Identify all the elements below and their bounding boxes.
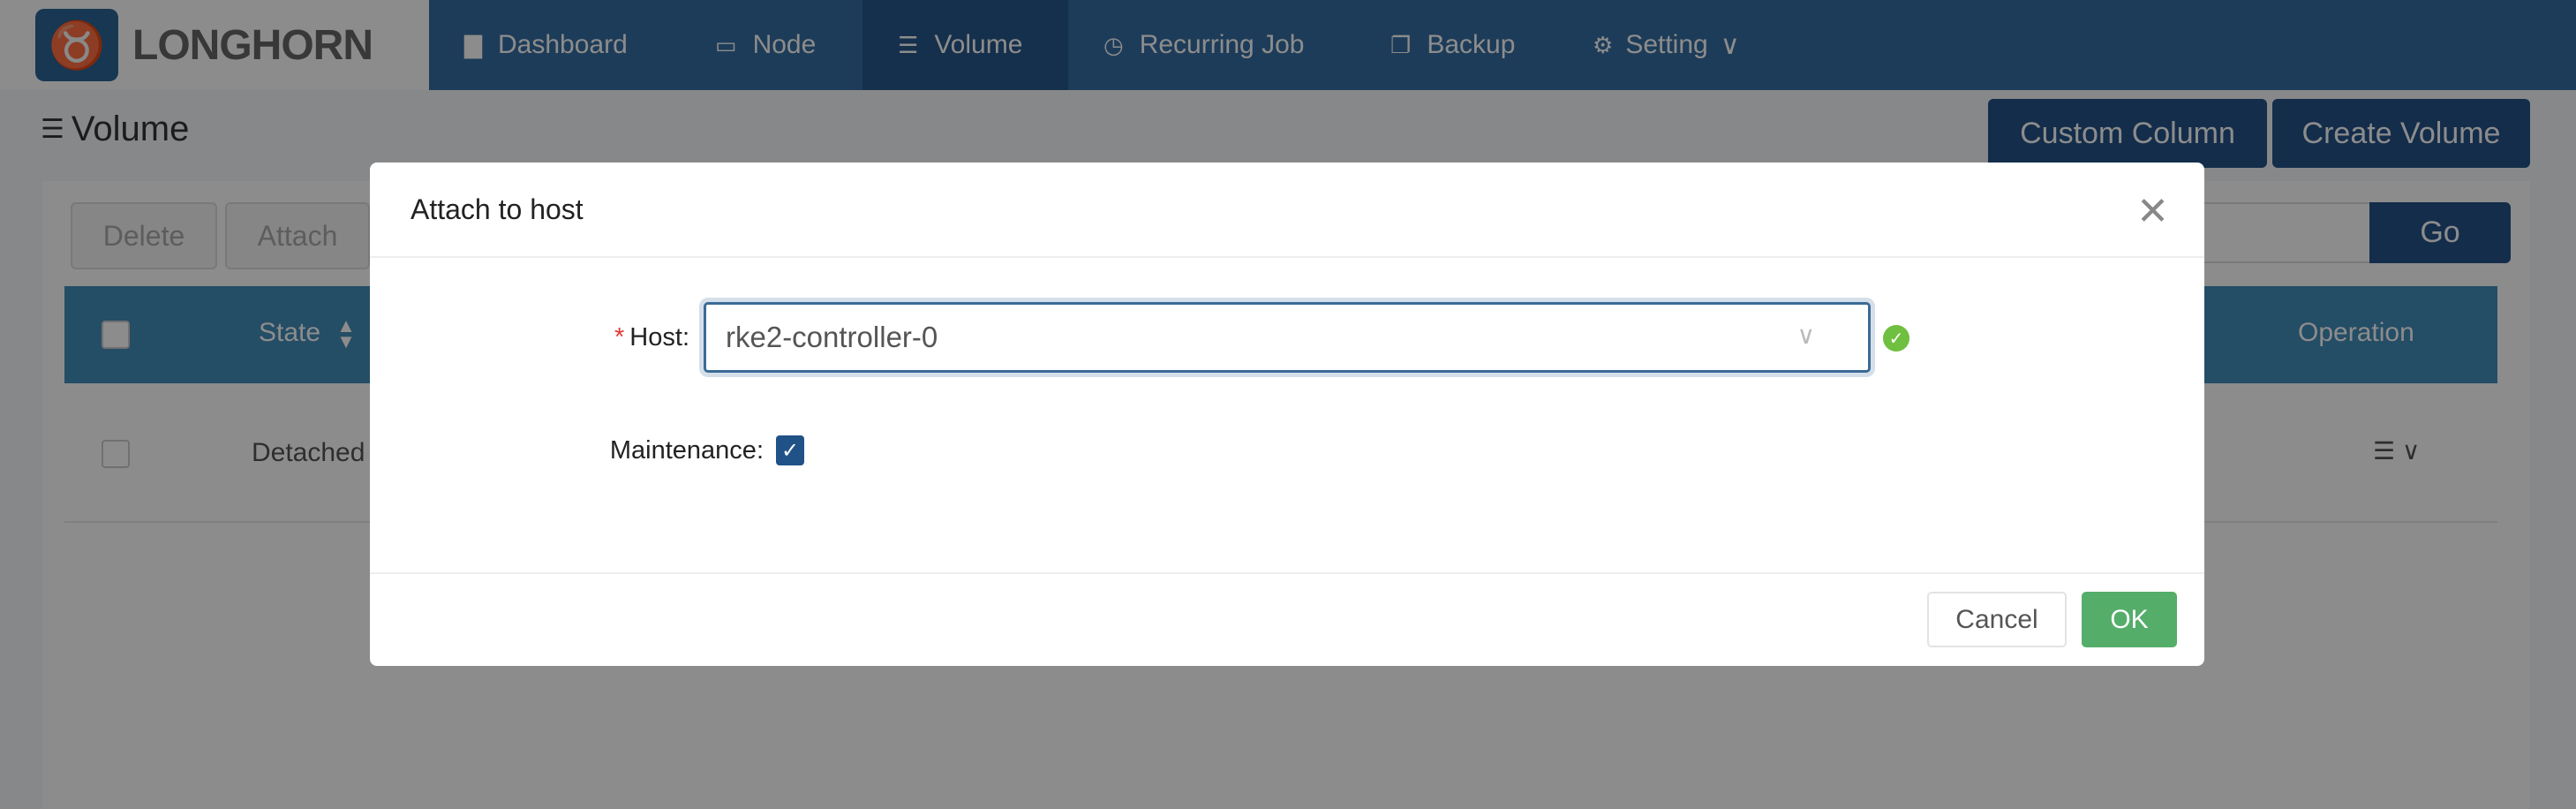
close-icon[interactable]: ✕ xyxy=(2136,189,2169,234)
attach-to-host-dialog: Attach to host ✕ * Host: rke2-controller-… xyxy=(370,163,2204,666)
required-marker: * xyxy=(614,323,625,352)
maintenance-label: Maintenance: xyxy=(609,436,764,465)
cancel-button[interactable]: Cancel xyxy=(1927,592,2067,647)
host-select[interactable]: rke2-controller-0 ∨ xyxy=(704,302,1871,373)
dialog-footer-divider xyxy=(370,572,2204,574)
dialog-title: Attach to host xyxy=(370,163,2204,258)
valid-check-icon: ✓ xyxy=(1883,325,1909,352)
maintenance-label-text: Maintenance xyxy=(609,436,757,465)
ok-button[interactable]: OK xyxy=(2082,592,2177,647)
maintenance-checkbox[interactable]: ✓ xyxy=(776,435,804,465)
host-select-value: rke2-controller-0 xyxy=(726,321,938,353)
chevron-down-icon: ∨ xyxy=(1796,321,1816,349)
host-label: * Host: xyxy=(614,323,689,352)
host-label-text: Host xyxy=(629,323,682,352)
